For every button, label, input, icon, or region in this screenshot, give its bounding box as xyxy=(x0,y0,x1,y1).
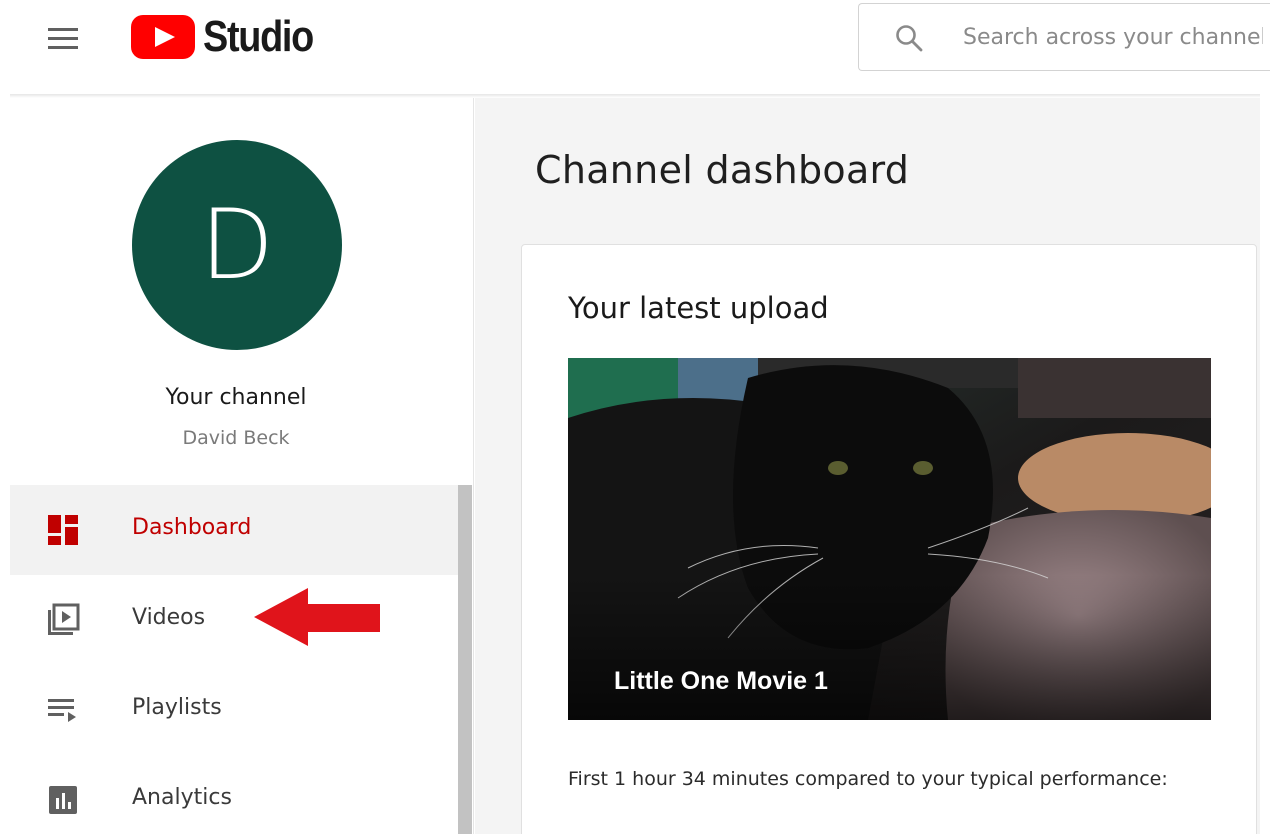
search-icon[interactable] xyxy=(895,24,923,52)
sidebar-item-label: Playlists xyxy=(132,695,222,720)
video-library-icon xyxy=(48,603,80,635)
avatar[interactable]: D xyxy=(132,140,342,350)
performance-text: First 1 hour 34 minutes compared to your… xyxy=(568,768,1168,790)
latest-upload-card: Your latest upload Little One Movie 1 Fi… xyxy=(521,244,1257,834)
channel-title: Your channel xyxy=(165,385,307,410)
top-bar: Studio xyxy=(0,0,1270,96)
menu-icon[interactable] xyxy=(46,26,82,50)
card-title: Your latest upload xyxy=(568,291,829,325)
video-title[interactable]: Little One Movie 1 xyxy=(614,667,828,696)
sidebar: D Your channel David Beck Dashboard Vide… xyxy=(10,98,474,834)
analytics-icon xyxy=(49,786,77,814)
sidebar-item-analytics[interactable]: Analytics xyxy=(10,755,460,834)
video-thumbnail[interactable]: Little One Movie 1 xyxy=(568,358,1211,720)
logo-text: Studio xyxy=(203,12,314,61)
search-box[interactable] xyxy=(858,3,1270,71)
sidebar-item-playlists[interactable]: Playlists xyxy=(10,665,460,755)
sidebar-item-videos[interactable]: Videos xyxy=(10,575,460,665)
sidebar-item-label: Dashboard xyxy=(132,515,252,540)
main-content: Channel dashboard Your latest upload Lit… xyxy=(475,98,1260,834)
sidebar-item-dashboard[interactable]: Dashboard xyxy=(10,485,460,575)
search-input[interactable] xyxy=(963,20,1263,54)
playlist-icon xyxy=(48,699,76,722)
dashboard-icon xyxy=(48,515,78,545)
sidebar-item-label: Analytics xyxy=(132,785,232,810)
studio-logo[interactable]: Studio xyxy=(131,12,331,61)
youtube-play-icon xyxy=(131,15,195,59)
annotation-arrow-icon xyxy=(254,588,380,646)
channel-name: David Beck xyxy=(182,427,290,449)
page-title: Channel dashboard xyxy=(535,148,910,192)
thumbnail-image xyxy=(568,358,1211,720)
sidebar-nav: Dashboard Videos Playlists Analytics xyxy=(10,485,460,834)
sidebar-item-label: Videos xyxy=(132,605,206,630)
avatar-letter: D xyxy=(200,189,274,301)
sidebar-scrollbar[interactable] xyxy=(458,485,472,834)
